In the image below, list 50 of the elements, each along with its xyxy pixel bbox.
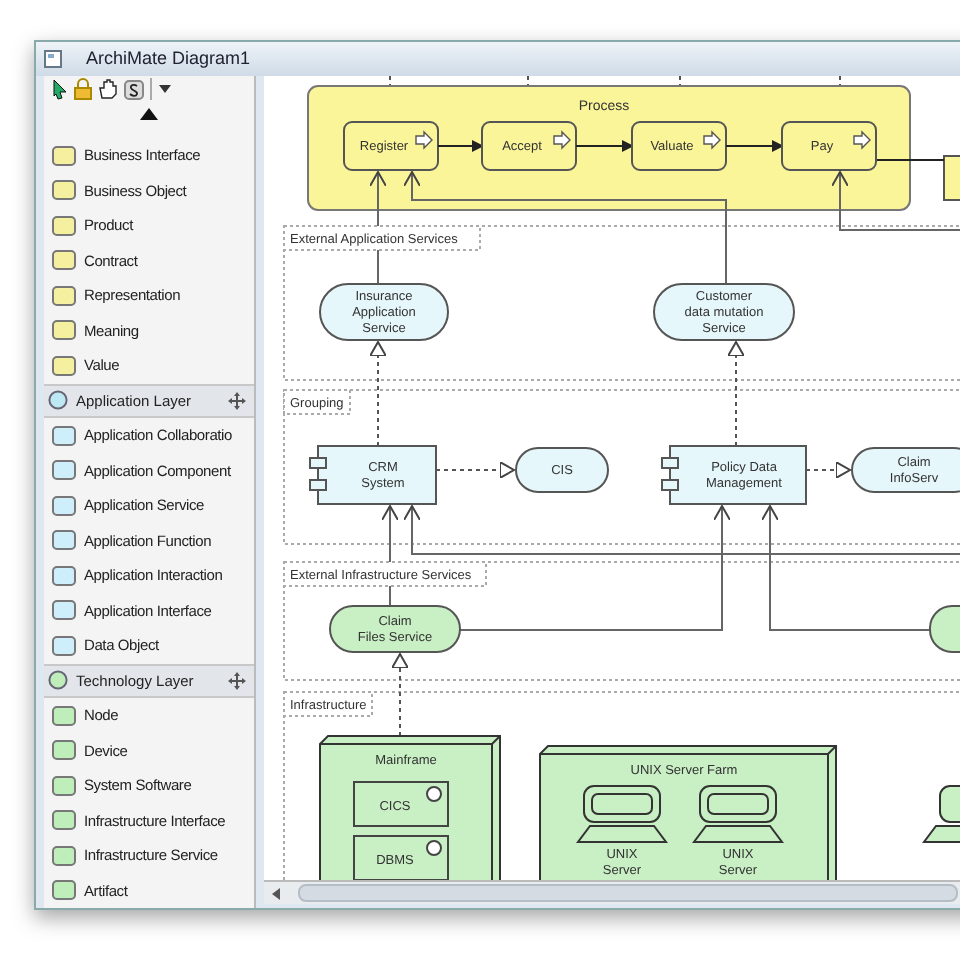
diagram-canvas[interactable] bbox=[264, 76, 960, 880]
realization-arrow bbox=[369, 341, 387, 447]
diagram-icon bbox=[44, 50, 62, 68]
element-icon bbox=[52, 495, 76, 516]
scrollbar-thumb[interactable] bbox=[298, 884, 958, 902]
element-icon bbox=[52, 635, 76, 656]
element-icon bbox=[52, 145, 76, 166]
snap-icon[interactable] bbox=[124, 79, 144, 100]
connector-line bbox=[875, 159, 945, 161]
element-icon bbox=[52, 530, 76, 551]
element-icon bbox=[52, 845, 76, 866]
element-icon bbox=[52, 880, 76, 901]
flow-arrow bbox=[725, 140, 784, 152]
process-box bbox=[943, 155, 960, 201]
computer-device bbox=[922, 785, 960, 843]
realization-arrow bbox=[805, 461, 851, 479]
element-icon bbox=[52, 285, 76, 306]
hand-icon[interactable] bbox=[98, 78, 118, 101]
realization-arrow bbox=[391, 653, 409, 737]
flow-arrow bbox=[575, 140, 634, 152]
element-icon bbox=[52, 215, 76, 236]
element-icon bbox=[52, 565, 76, 586]
move-icon[interactable] bbox=[228, 671, 246, 690]
realization-arrow bbox=[727, 341, 745, 447]
layer-icon bbox=[48, 390, 68, 411]
element-icon bbox=[52, 250, 76, 271]
element-icon bbox=[52, 180, 76, 201]
element-icon bbox=[52, 740, 76, 761]
element-icon bbox=[52, 355, 76, 376]
element-icon bbox=[52, 600, 76, 621]
used-by-arrow bbox=[831, 171, 960, 231]
element-icon bbox=[52, 810, 76, 831]
element-icon bbox=[52, 425, 76, 446]
element-icon bbox=[52, 320, 76, 341]
layer-icon bbox=[48, 670, 68, 691]
realization-arrow bbox=[435, 461, 515, 479]
element-icon bbox=[52, 775, 76, 796]
horizontal-scrollbar[interactable] bbox=[264, 880, 960, 904]
move-icon[interactable] bbox=[228, 391, 246, 410]
element-icon bbox=[52, 705, 76, 726]
pointer-icon[interactable] bbox=[52, 79, 68, 100]
layer-label-background bbox=[283, 389, 351, 415]
flow-arrow bbox=[437, 140, 484, 152]
scroll-left-icon[interactable] bbox=[270, 887, 282, 899]
infrastructure-service bbox=[929, 605, 960, 653]
window-title: ArchiMate Diagram1 bbox=[86, 45, 251, 72]
dropdown-icon[interactable] bbox=[158, 84, 172, 95]
layer-label-background bbox=[283, 691, 373, 717]
scroll-up-icon[interactable] bbox=[140, 108, 158, 121]
element-icon bbox=[52, 460, 76, 481]
